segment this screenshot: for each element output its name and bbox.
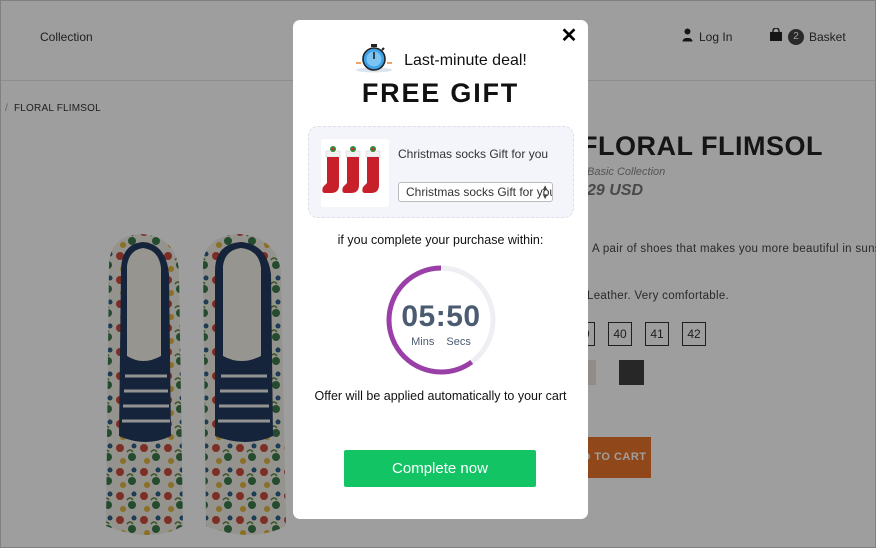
deal-label: Last-minute deal! [404, 51, 527, 69]
gift-image [321, 139, 389, 207]
gift-select-dropdown[interactable]: Christmas socks Gift for you ▲ ▼ [398, 182, 553, 202]
offer-note: Offer will be applied automatically to y… [314, 389, 567, 403]
deal-header: Last-minute deal! [293, 43, 588, 78]
countdown-timer: 05:50 Mins Secs [385, 264, 497, 376]
timer-labels: Mins Secs [385, 336, 497, 348]
gift-select-value: Christmas socks Gift for you [406, 185, 553, 199]
select-arrows-icon: ▲ ▼ [541, 183, 549, 201]
gift-card: Christmas socks Gift for you Christmas s… [308, 126, 574, 218]
complete-now-button[interactable]: Complete now [344, 450, 536, 487]
timer-minutes: 05 [401, 300, 436, 333]
popup-title: FREE GIFT [361, 78, 520, 108]
stopwatch-icon [354, 43, 394, 78]
timer-digits: 05:50 [401, 300, 481, 333]
timer-sec-label: Secs [446, 336, 471, 348]
timer-min-label: Mins [411, 336, 435, 348]
gift-name: Christmas socks Gift for you [398, 147, 549, 161]
countdown-intro: if you complete your purchase within: [337, 233, 544, 247]
timer-seconds: 50 [446, 300, 481, 333]
free-gift-popup: ✕ Last-minute deal! FREE GIFT Christmas … [293, 20, 588, 519]
